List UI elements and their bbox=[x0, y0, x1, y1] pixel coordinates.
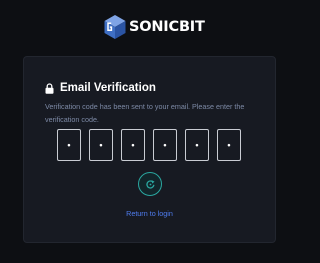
return-to-login-link[interactable]: Return to login bbox=[24, 209, 275, 218]
code-digit-5[interactable]: • bbox=[185, 129, 209, 161]
brand-name: SONICBIT bbox=[129, 19, 205, 35]
brand-logo: SONICBIT bbox=[103, 14, 205, 40]
code-input-row: • • • • • • bbox=[57, 129, 241, 161]
lock-icon bbox=[45, 82, 54, 94]
code-digit-6[interactable]: • bbox=[217, 129, 241, 161]
code-digit-1[interactable]: • bbox=[57, 129, 81, 161]
code-digit-4[interactable]: • bbox=[153, 129, 177, 161]
sonicbit-cube-logo-icon bbox=[104, 15, 126, 39]
page-title: Email Verification bbox=[60, 82, 156, 94]
resend-code-button[interactable] bbox=[138, 172, 162, 196]
verification-description: Verification code has been sent to your … bbox=[45, 102, 245, 124]
verification-card: Email Verification Verification code has… bbox=[23, 56, 276, 243]
title-row: Email Verification bbox=[45, 81, 156, 95]
code-digit-3[interactable]: • bbox=[121, 129, 145, 161]
refresh-icon bbox=[145, 179, 155, 189]
code-digit-2[interactable]: • bbox=[89, 129, 113, 161]
